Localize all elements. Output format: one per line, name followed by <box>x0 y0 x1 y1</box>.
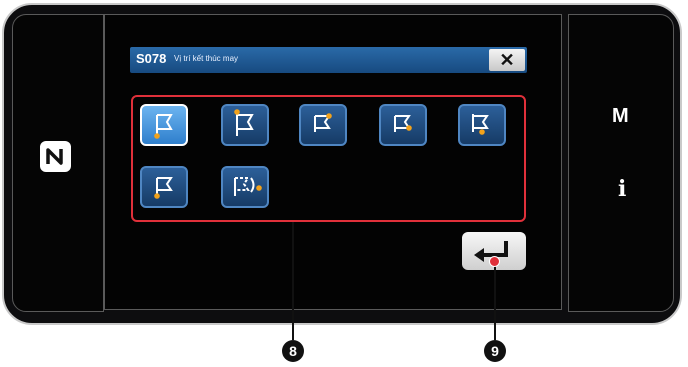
end-position-2-icon <box>234 109 254 136</box>
end-position-3-icon <box>314 113 332 132</box>
callout-9: 9 <box>484 340 506 362</box>
end-position-option-5[interactable] <box>458 104 506 146</box>
close-button[interactable]: ✕ <box>489 49 525 71</box>
end-position-option-7[interactable] <box>221 166 269 208</box>
callout-dot-9 <box>489 256 500 267</box>
dialog-title: Vị trí kết thúc may <box>174 54 239 63</box>
nfc-icon[interactable] <box>39 140 72 173</box>
close-icon: ✕ <box>499 50 515 70</box>
end-position-6-icon <box>154 177 173 199</box>
end-position-option-3[interactable] <box>299 104 347 146</box>
callout-line-9 <box>494 262 496 340</box>
callout-8: 8 <box>282 340 304 362</box>
end-position-1-icon <box>154 114 173 139</box>
right-panel <box>568 14 674 312</box>
end-position-5-icon <box>472 114 489 135</box>
screen-code: S078 <box>136 51 167 66</box>
end-position-option-6[interactable] <box>140 166 188 208</box>
end-position-4-icon <box>394 115 412 132</box>
end-position-option-1[interactable] <box>140 104 188 146</box>
end-position-option-2[interactable] <box>221 104 269 146</box>
callout-line-8 <box>292 222 294 340</box>
dialog-title-bar: S078 Vị trí kết thúc may ✕ <box>130 47 527 73</box>
info-button[interactable]: i <box>618 176 626 202</box>
m-button[interactable]: M <box>612 105 629 128</box>
end-position-option-4[interactable] <box>379 104 427 146</box>
end-position-7-icon <box>234 177 262 196</box>
